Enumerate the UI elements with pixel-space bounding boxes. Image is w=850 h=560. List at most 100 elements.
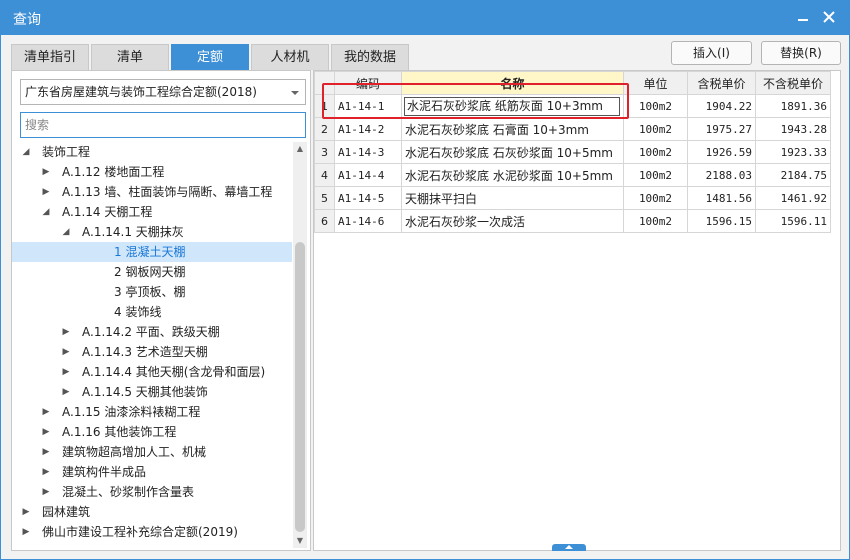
cell-name-editor[interactable]: 水泥石灰砂浆底 纸筋灰面 10+3mm [404, 96, 620, 116]
cell-price-notax[interactable]: 1461.92 [755, 186, 831, 210]
cell-name[interactable]: 水泥石灰砂浆底 石灰砂浆面 10+5mm [401, 140, 624, 164]
row-index[interactable]: 5 [314, 186, 335, 210]
cell-price-notax[interactable]: 1943.28 [755, 117, 831, 141]
cell-price-tax[interactable]: 1596.15 [687, 209, 756, 233]
cell-unit[interactable]: 100m2 [623, 94, 688, 118]
scroll-down-icon[interactable]: ▼ [293, 534, 307, 548]
tab-bill-guide[interactable]: 清单指引 [11, 44, 89, 70]
panel-collapse-handle[interactable] [552, 544, 586, 551]
row-index[interactable]: 1 [314, 94, 335, 118]
collapsed-arrow-icon[interactable]: ▶ [20, 522, 32, 542]
tree-item[interactable]: 4 装饰线 [12, 302, 292, 322]
tree-item[interactable]: ▶ 园林建筑 [12, 502, 292, 522]
collapsed-arrow-icon[interactable]: ▶ [60, 342, 72, 362]
cell-price-tax[interactable]: 1975.27 [687, 117, 756, 141]
tab-bill[interactable]: 清单 [91, 44, 169, 70]
cell-unit[interactable]: 100m2 [623, 117, 688, 141]
cell-name[interactable]: 水泥石灰砂浆一次成活 [401, 209, 624, 233]
cell-code[interactable]: A1-14-4 [334, 163, 402, 187]
cell-unit[interactable]: 100m2 [623, 140, 688, 164]
tab-my-data[interactable]: 我的数据 [331, 44, 409, 70]
cell-unit[interactable]: 100m2 [623, 186, 688, 210]
row-index[interactable]: 6 [314, 209, 335, 233]
tree-item[interactable]: ◢ A.1.14 天棚工程 [12, 202, 292, 222]
tree-scrollbar[interactable]: ▲ ▼ [293, 142, 307, 548]
collapsed-arrow-icon[interactable]: ▶ [40, 462, 52, 482]
cell-price-notax[interactable]: 1923.33 [755, 140, 831, 164]
collapsed-arrow-icon[interactable]: ▶ [40, 422, 52, 442]
cell-price-notax[interactable]: 1891.36 [755, 94, 831, 118]
collapsed-arrow-icon[interactable]: ▶ [60, 322, 72, 342]
cell-price-tax[interactable]: 2188.03 [687, 163, 756, 187]
tree-item[interactable]: ▶ A.1.14.4 其他天棚(含龙骨和面层) [12, 362, 292, 382]
collapsed-arrow-icon[interactable]: ▶ [60, 382, 72, 402]
header-code[interactable]: 编码 [334, 71, 402, 95]
cell-price-tax[interactable]: 1926.59 [687, 140, 756, 164]
tree-item[interactable]: ▶ 建筑构件半成品 [12, 462, 292, 482]
cell-code[interactable]: A1-14-3 [334, 140, 402, 164]
collapsed-arrow-icon[interactable]: ▶ [60, 362, 72, 382]
tree-item[interactable]: ◢ A.1.14.1 天棚抹灰 [12, 222, 292, 242]
table-row[interactable]: 3 A1-14-3 水泥石灰砂浆底 石灰砂浆面 10+5mm 100m2 1926.59… [314, 140, 831, 164]
tree-item[interactable]: ▶ 混凝土、砂浆制作含量表 [12, 482, 292, 502]
tree-item[interactable]: ▶ A.1.12 楼地面工程 [12, 162, 292, 182]
insert-button[interactable]: 插入(I) [671, 41, 752, 65]
search-input[interactable] [20, 112, 306, 138]
collapsed-arrow-icon[interactable]: ▶ [40, 162, 52, 182]
collapsed-arrow-icon[interactable]: ▶ [20, 502, 32, 522]
table-row[interactable]: 2 A1-14-2 水泥石灰砂浆底 石膏面 10+3mm 100m2 1975.27 19… [314, 117, 831, 141]
cell-price-notax[interactable]: 2184.75 [755, 163, 831, 187]
cell-code[interactable]: A1-14-1 [334, 94, 402, 118]
cell-unit[interactable]: 100m2 [623, 209, 688, 233]
tab-quota[interactable]: 定额 [171, 44, 249, 70]
table-row[interactable]: 1 A1-14-1 水泥石灰砂浆底 纸筋灰面 10+3mm 100m2 1904.22 1… [314, 94, 831, 118]
replace-button[interactable]: 替换(R) [761, 41, 841, 65]
table-row[interactable]: 5 A1-14-5 天棚抹平扫白 100m2 1481.56 1461.92 [314, 186, 831, 210]
header-name[interactable]: 名称 [401, 71, 624, 95]
tree-item[interactable]: ▶ A.1.16 其他装饰工程 [12, 422, 292, 442]
row-index[interactable]: 4 [314, 163, 335, 187]
expanded-arrow-icon[interactable]: ◢ [20, 142, 32, 162]
header-price-tax[interactable]: 含税单价 [687, 71, 756, 95]
tree-item[interactable]: 1 混凝土天棚 [12, 242, 292, 262]
minimize-button[interactable] [793, 8, 813, 28]
table-row[interactable]: 6 A1-14-6 水泥石灰砂浆一次成活 100m2 1596.15 1596.11 [314, 209, 831, 233]
quota-library-select[interactable]: 广东省房屋建筑与装饰工程综合定额(2018) [20, 79, 306, 105]
cell-price-notax[interactable]: 1596.11 [755, 209, 831, 233]
table-row[interactable]: 4 A1-14-4 水泥石灰砂浆底 水泥砂浆面 10+5mm 100m2 2188.03… [314, 163, 831, 187]
cell-price-tax[interactable]: 1904.22 [687, 94, 756, 118]
expanded-arrow-icon[interactable]: ◢ [60, 222, 72, 242]
cell-price-tax[interactable]: 1481.56 [687, 186, 756, 210]
tree-item[interactable]: ▶ A.1.14.3 艺术造型天棚 [12, 342, 292, 362]
row-index[interactable]: 2 [314, 117, 335, 141]
cell-name[interactable]: 水泥石灰砂浆底 水泥砂浆面 10+5mm [401, 163, 624, 187]
cell-code[interactable]: A1-14-6 [334, 209, 402, 233]
tab-labor-material-machine[interactable]: 人材机 [251, 44, 329, 70]
collapsed-arrow-icon[interactable]: ▶ [40, 402, 52, 422]
tree-item[interactable]: ▶ A.1.14.5 天棚其他装饰 [12, 382, 292, 402]
collapsed-arrow-icon[interactable]: ▶ [40, 182, 52, 202]
collapsed-arrow-icon[interactable]: ▶ [40, 482, 52, 502]
cell-unit[interactable]: 100m2 [623, 163, 688, 187]
cell-name[interactable]: 水泥石灰砂浆底 石膏面 10+3mm [401, 117, 624, 141]
row-index[interactable]: 3 [314, 140, 335, 164]
close-button[interactable] [819, 8, 839, 28]
tree-item[interactable]: 3 亭顶板、棚 [12, 282, 292, 302]
tree-item[interactable]: ▶ 佛山市建设工程补充综合定额(2019) [12, 522, 292, 542]
collapsed-arrow-icon[interactable]: ▶ [40, 442, 52, 462]
tree-item[interactable]: ▶ A.1.15 油漆涂料裱糊工程 [12, 402, 292, 422]
scroll-up-icon[interactable]: ▲ [293, 142, 307, 156]
tree-item[interactable]: 2 钢板网天棚 [12, 262, 292, 282]
expanded-arrow-icon[interactable]: ◢ [40, 202, 52, 222]
cell-code[interactable]: A1-14-2 [334, 117, 402, 141]
scrollbar-thumb[interactable] [295, 242, 305, 532]
header-unit[interactable]: 单位 [623, 71, 688, 95]
tree-item[interactable]: ▶ 建筑物超高增加人工、机械 [12, 442, 292, 462]
cell-name[interactable]: 水泥石灰砂浆底 纸筋灰面 10+3mm [401, 94, 624, 118]
tree-item[interactable]: ▶ A.1.13 墙、柱面装饰与隔断、幕墙工程 [12, 182, 292, 202]
tree-item[interactable]: ▶ A.1.14.2 平面、跌级天棚 [12, 322, 292, 342]
cell-name[interactable]: 天棚抹平扫白 [401, 186, 624, 210]
cell-code[interactable]: A1-14-5 [334, 186, 402, 210]
tree-item[interactable]: ◢ 装饰工程 [12, 142, 292, 162]
header-price-notax[interactable]: 不含税单价 [755, 71, 831, 95]
